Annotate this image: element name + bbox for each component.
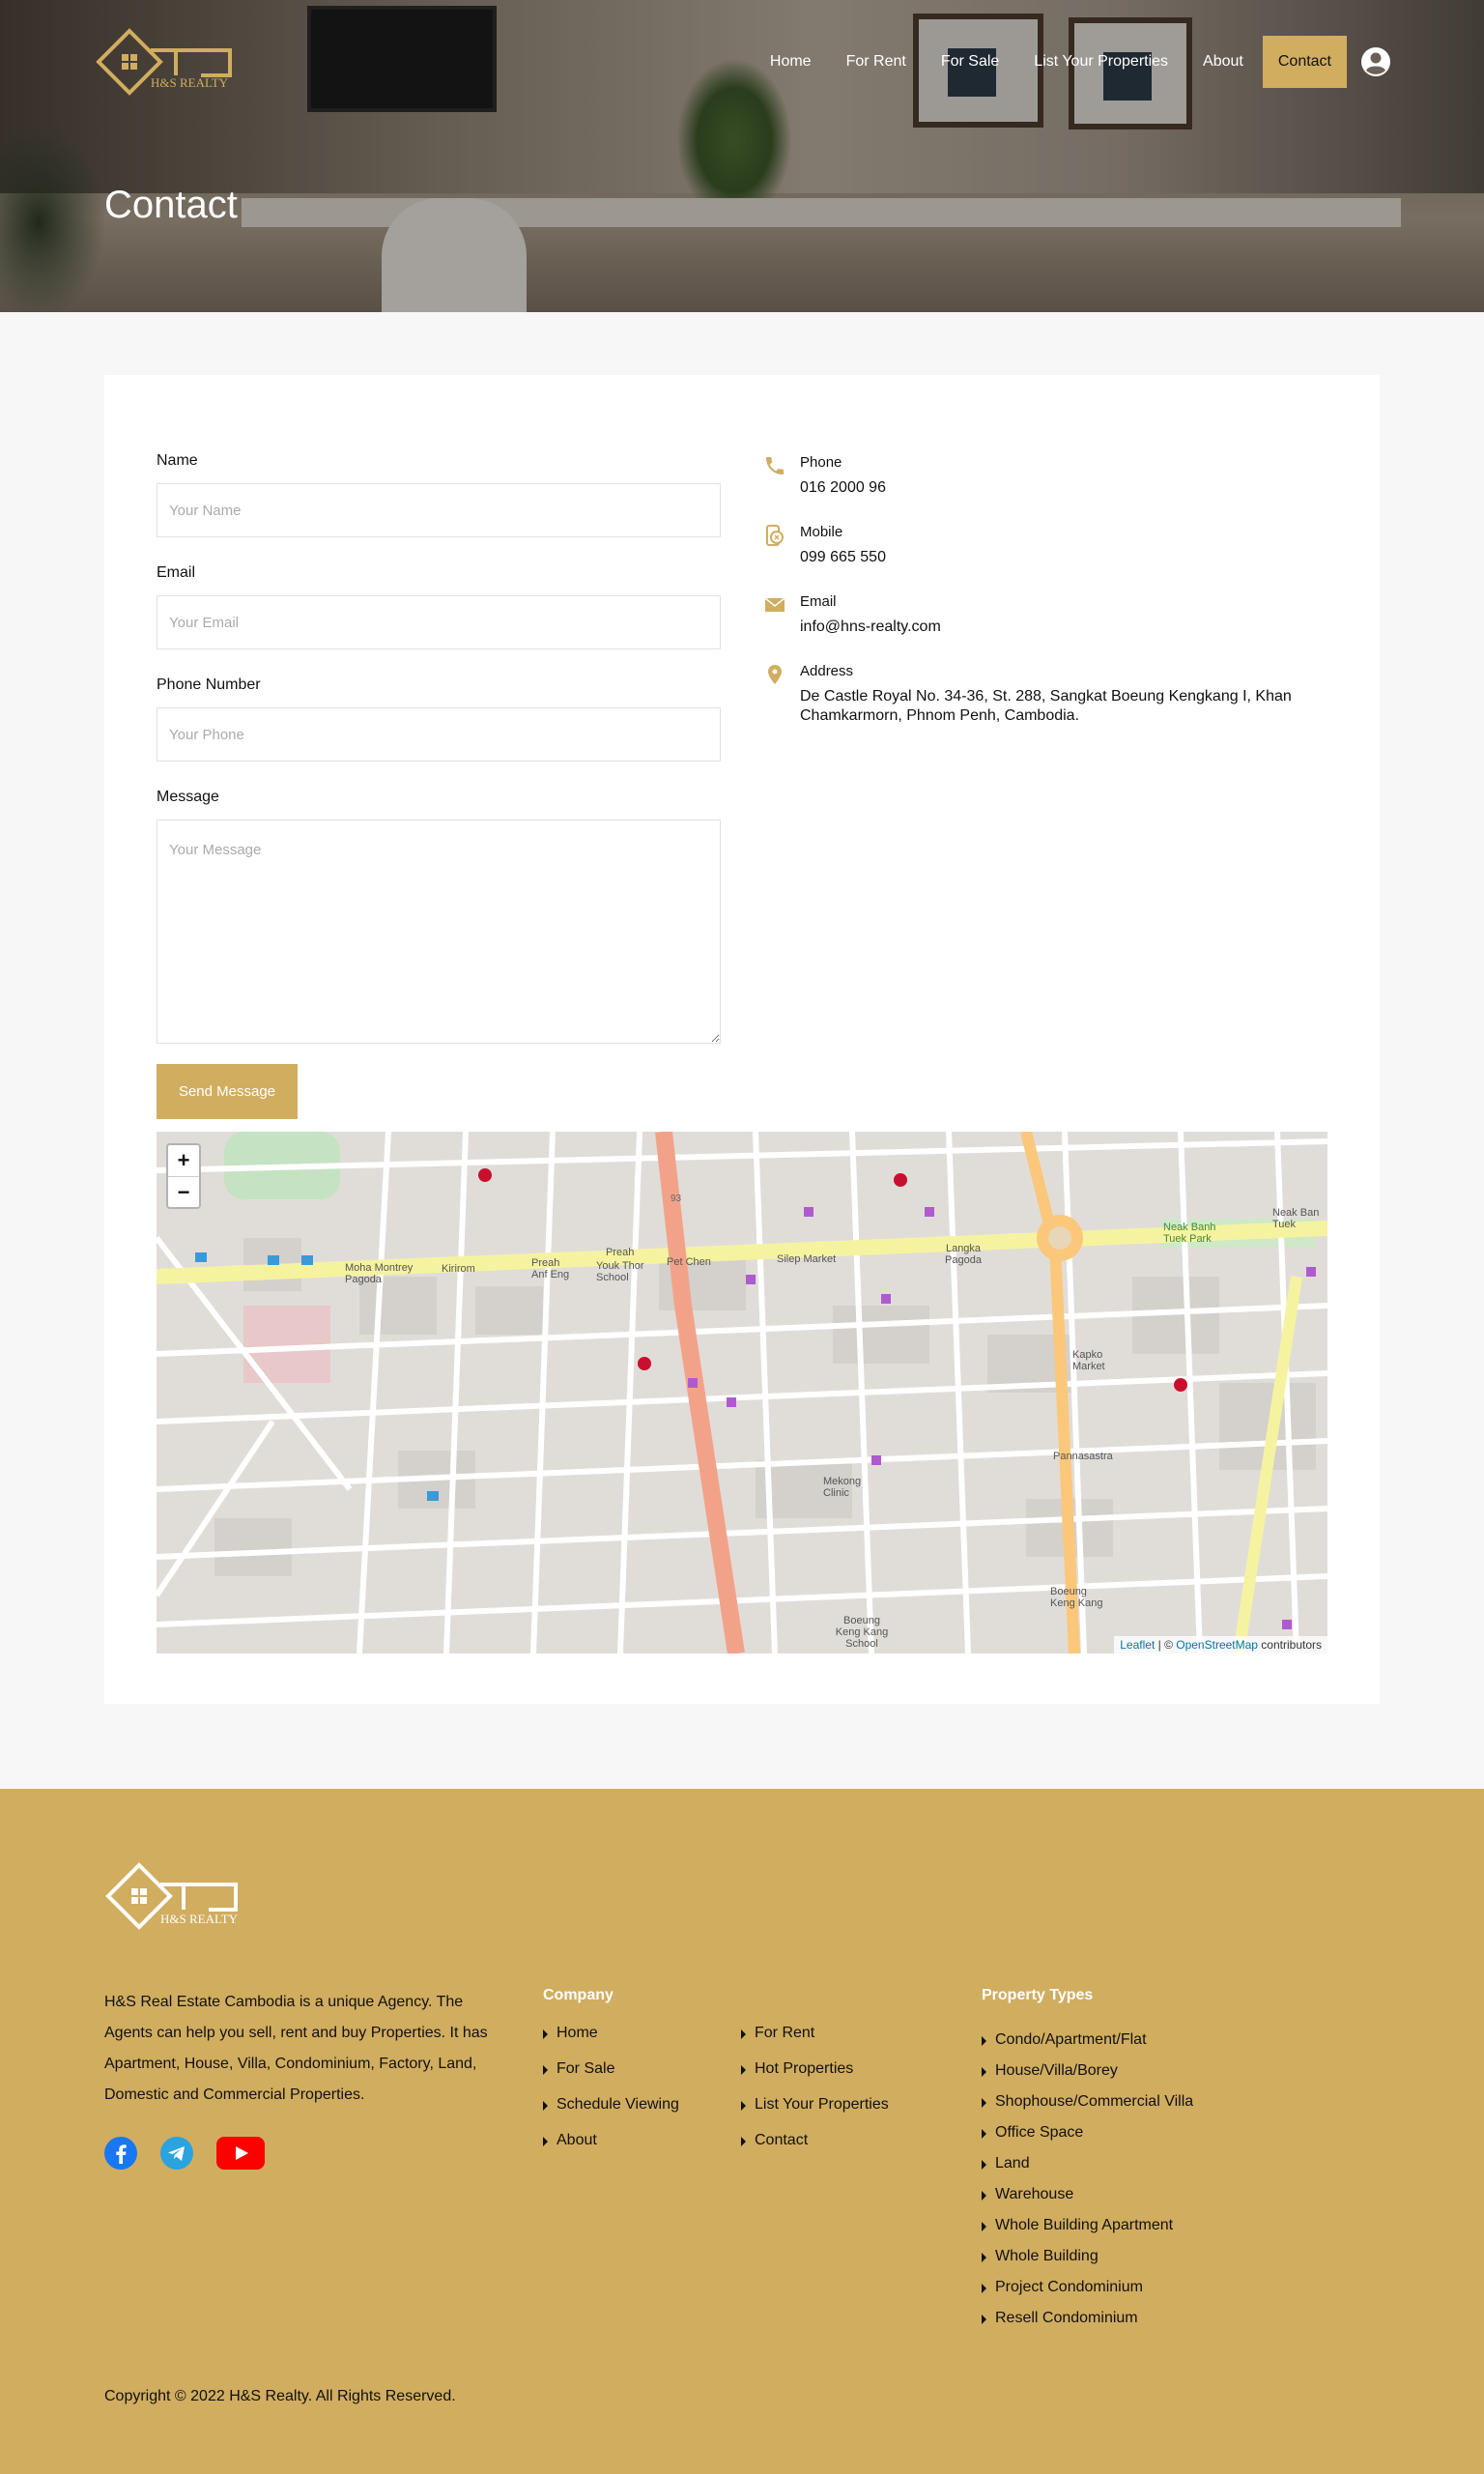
nav-for-rent[interactable]: For Rent xyxy=(846,53,906,71)
mobile-phone-icon xyxy=(766,525,784,546)
phone-label: Phone Number xyxy=(157,676,261,693)
social-links xyxy=(104,2137,288,2170)
type-link[interactable]: Warehouse xyxy=(982,2186,1193,2203)
telegram-icon[interactable] xyxy=(160,2137,193,2170)
nav-about[interactable]: About xyxy=(1203,53,1243,71)
footer-link-contact[interactable]: Contact xyxy=(741,2132,889,2149)
nav-list-your-properties[interactable]: List Your Properties xyxy=(1034,53,1168,71)
footer-link-hot-properties[interactable]: Hot Properties xyxy=(741,2060,889,2078)
type-link[interactable]: Whole Building Apartment xyxy=(982,2217,1193,2234)
email-label: Email xyxy=(800,593,837,610)
phone-icon xyxy=(766,457,784,475)
message-label: Message xyxy=(157,789,219,805)
address-value: De Castle Royal No. 34-36, St. 288, Sang… xyxy=(800,688,1292,724)
type-link[interactable]: Office Space xyxy=(982,2124,1193,2142)
phone-input[interactable] xyxy=(157,707,721,762)
footer-link-about[interactable]: About xyxy=(543,2132,679,2149)
contact-info: Phone 016 2000 96 Mobile 099 665 550 Ema… xyxy=(763,454,1324,752)
attribution-separator: | © xyxy=(1155,1638,1177,1652)
map-tiles xyxy=(157,1132,1327,1654)
footer: H&S REALTY H&S Real Estate Cambodia is a… xyxy=(0,1789,1484,2474)
footer-link-schedule-viewing[interactable]: Schedule Viewing xyxy=(543,2096,679,2114)
zoom-in-button[interactable]: + xyxy=(168,1145,199,1176)
zoom-out-button[interactable]: − xyxy=(168,1176,199,1207)
footer-link-list-your-properties[interactable]: List Your Properties xyxy=(741,2096,889,2114)
company-links-1: Home For Sale Schedule Viewing About xyxy=(543,2025,679,2149)
map-label: Silep Market xyxy=(777,1253,837,1265)
type-link[interactable]: Project Condominium xyxy=(982,2279,1193,2296)
map-label: Boeung Keng Kang School xyxy=(835,1615,889,1650)
type-link[interactable]: House/Villa/Borey xyxy=(982,2062,1193,2080)
map-label: Preah Anf Eng xyxy=(531,1257,570,1280)
openstreetmap-link[interactable]: OpenStreetMap xyxy=(1176,1638,1258,1652)
footer-logo[interactable]: H&S REALTY xyxy=(104,1861,240,1935)
name-label: Name xyxy=(157,452,198,469)
map-label: Preah xyxy=(606,1247,635,1258)
contact-card: Name Email Phone Number Message Send Mes… xyxy=(104,375,1380,1704)
map-label: Moha Montrey Pagoda xyxy=(345,1262,414,1285)
map-label: Mekong Clinic xyxy=(823,1476,862,1499)
map-label: Kirirom xyxy=(442,1263,475,1275)
map-label: Neak Banh Tuek Park xyxy=(1163,1222,1216,1245)
user-circle-icon[interactable] xyxy=(1360,46,1391,77)
name-input[interactable] xyxy=(157,483,721,537)
location-map[interactable]: Moha Montrey Pagoda Kirirom Preah Anf En… xyxy=(157,1132,1327,1654)
phone-label: Phone xyxy=(800,454,842,471)
type-link[interactable]: Condo/Apartment/Flat xyxy=(982,2031,1193,2049)
footer-about: H&S Real Estate Cambodia is a unique Age… xyxy=(104,1994,488,2103)
logo[interactable]: H&S REALTY xyxy=(95,27,235,101)
youtube-icon[interactable] xyxy=(216,2137,265,2170)
mobile-label: Mobile xyxy=(800,524,843,540)
envelope-icon xyxy=(764,597,785,612)
email-input[interactable] xyxy=(157,595,721,649)
type-link[interactable]: Shophouse/Commercial Villa xyxy=(982,2093,1193,2111)
info-email: Email info@hns-realty.com xyxy=(763,593,1324,637)
map-label: 93 xyxy=(671,1194,682,1204)
map-pin-icon xyxy=(768,665,782,684)
phone-value[interactable]: 016 2000 96 xyxy=(800,478,1324,498)
type-link[interactable]: Whole Building xyxy=(982,2248,1193,2265)
info-mobile: Mobile 099 665 550 xyxy=(763,524,1324,567)
hero-banner: H&S REALTY Home For Rent For Sale List Y… xyxy=(0,0,1484,312)
map-label: Youk Thor School xyxy=(596,1260,644,1283)
address-label: Address xyxy=(800,663,854,679)
nav-contact[interactable]: Contact xyxy=(1262,36,1347,88)
mobile-value[interactable]: 099 665 550 xyxy=(800,548,1324,567)
page-title: Contact xyxy=(104,184,238,226)
leaflet-link[interactable]: Leaflet xyxy=(1120,1638,1155,1652)
map-label: Pet Chen xyxy=(667,1256,711,1268)
map-label: Langka Pagoda xyxy=(945,1243,982,1266)
nav-for-sale[interactable]: For Sale xyxy=(941,53,999,71)
email-value[interactable]: info@hns-realty.com xyxy=(800,618,1324,637)
map-label: Neak Ban Tuek xyxy=(1272,1207,1320,1230)
footer-logo-text: H&S REALTY xyxy=(160,1912,239,1926)
logo-text: H&S REALTY xyxy=(151,75,229,90)
property-types-title: Property Types xyxy=(982,1987,1094,2003)
info-address: Address De Castle Royal No. 34-36, St. 2… xyxy=(763,663,1324,726)
facebook-icon[interactable] xyxy=(104,2137,137,2170)
nav-home[interactable]: Home xyxy=(770,53,812,71)
map-label: Kapko Market xyxy=(1072,1349,1105,1372)
attribution-tail: contributors xyxy=(1257,1638,1322,1652)
type-link[interactable]: Land xyxy=(982,2155,1193,2172)
contact-form: Name Email Phone Number Message Send Mes… xyxy=(157,452,721,1119)
map-zoom-control: + − xyxy=(166,1143,201,1209)
map-label: Boeung Keng Kang xyxy=(1050,1586,1103,1609)
company-title: Company xyxy=(543,1987,614,2003)
info-phone: Phone 016 2000 96 xyxy=(763,454,1324,498)
main-nav: Home For Rent For Sale List Your Propert… xyxy=(753,36,1484,88)
email-label: Email xyxy=(157,564,196,581)
map-label: Pannasastra xyxy=(1053,1451,1113,1462)
footer-link-for-sale[interactable]: For Sale xyxy=(543,2060,679,2078)
company-links-2: For Rent Hot Properties List Your Proper… xyxy=(741,2025,889,2149)
copyright: Copyright © 2022 H&S Realty. All Rights … xyxy=(104,2388,456,2404)
footer-link-for-rent[interactable]: For Rent xyxy=(741,2025,889,2042)
map-attribution: Leaflet | © OpenStreetMap contributors xyxy=(1114,1636,1327,1654)
property-types-list: Condo/Apartment/Flat House/Villa/Borey S… xyxy=(982,2031,1193,2327)
message-textarea[interactable] xyxy=(157,820,721,1044)
send-message-button[interactable]: Send Message xyxy=(157,1064,298,1119)
type-link[interactable]: Resell Condominium xyxy=(982,2310,1193,2327)
footer-link-home[interactable]: Home xyxy=(543,2025,679,2042)
